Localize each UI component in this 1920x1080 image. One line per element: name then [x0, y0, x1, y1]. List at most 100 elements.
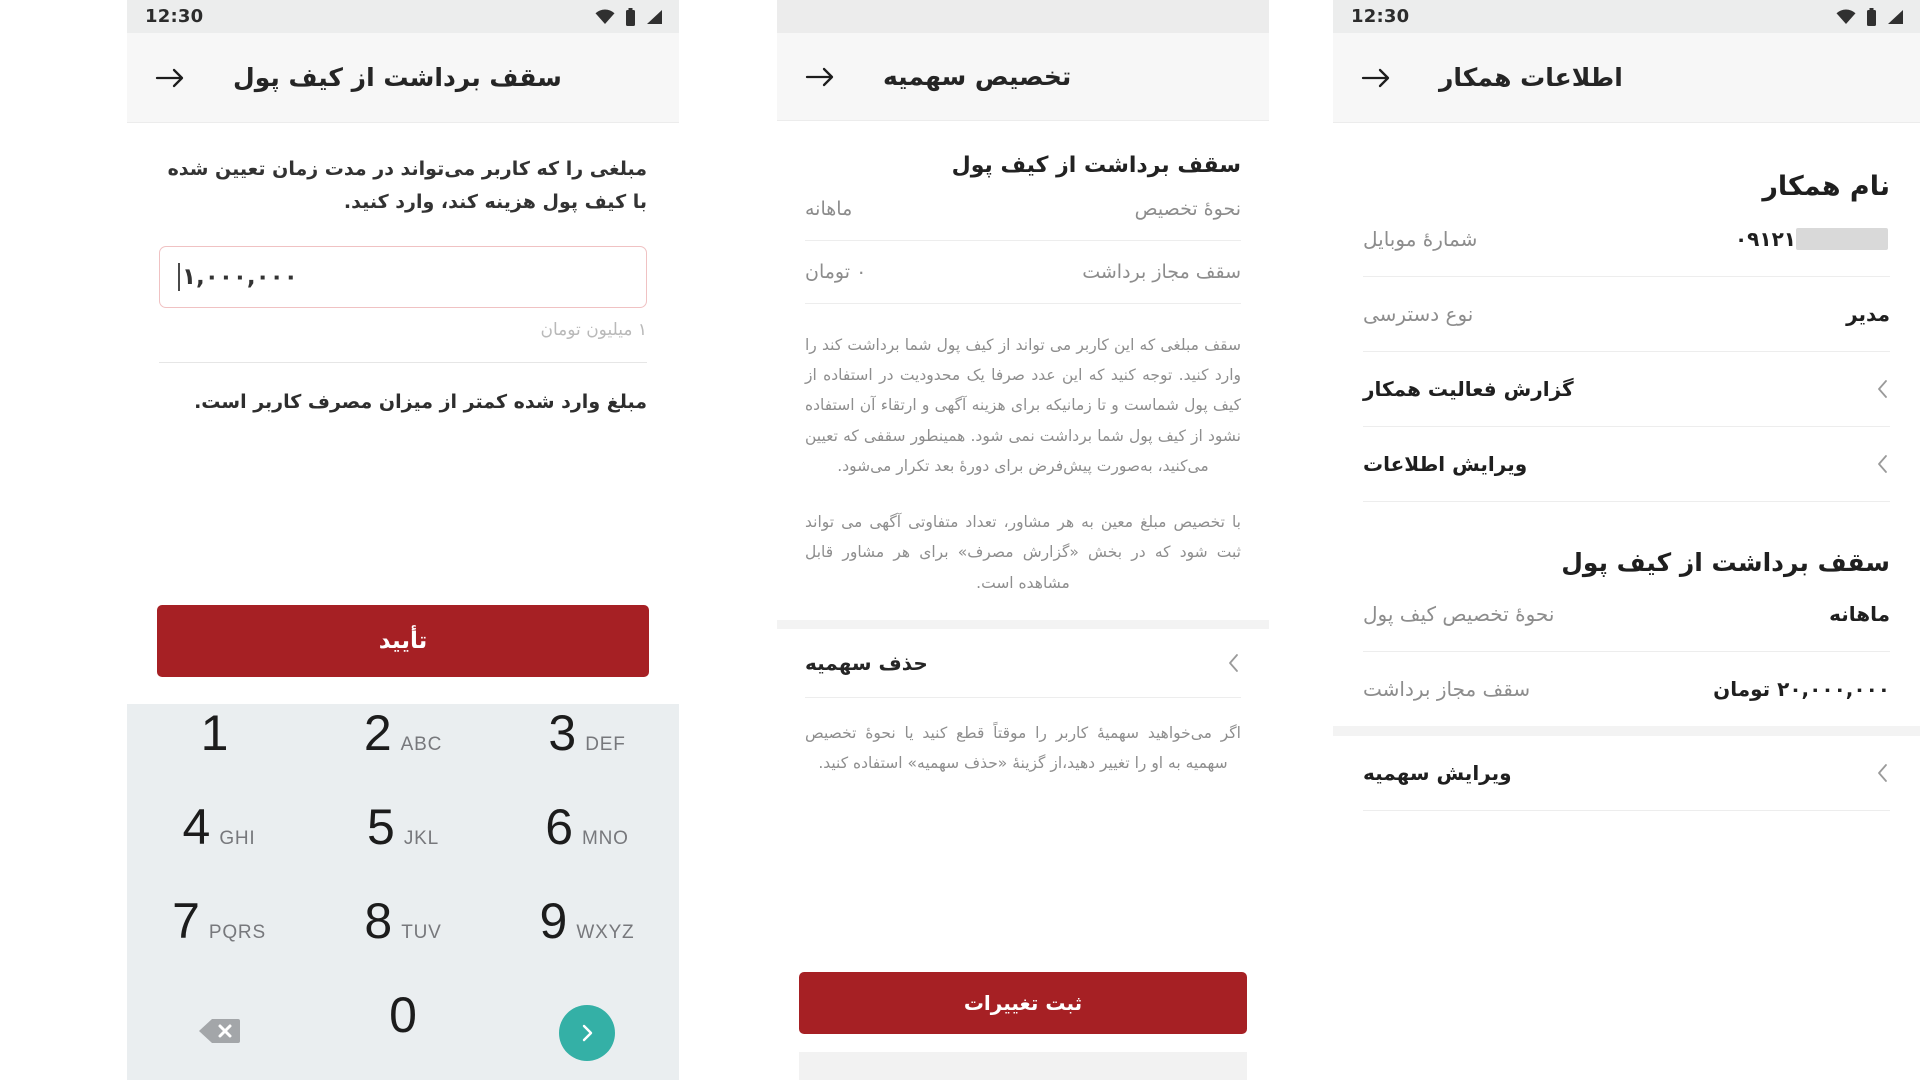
battery-icon [1866, 7, 1877, 26]
keypad-key-1[interactable]: 1 [127, 704, 311, 798]
keypad-key-backspace[interactable] [127, 986, 311, 1080]
row-mobile-number: شمارهٔ موبایل ۰۹۱۲۱ [1363, 202, 1890, 276]
keypad-digit: 5 [367, 799, 395, 855]
row-wallet-allowed-limit: سقف مجاز برداشت ۲۰,۰۰۰,۰۰۰ تومان [1363, 652, 1890, 726]
keypad-key-6[interactable]: 6 MNO [495, 798, 679, 892]
text-caret [178, 262, 180, 291]
backspace-icon [197, 1016, 241, 1050]
status-bar [777, 0, 1269, 33]
bottom-nav-bar [799, 1052, 1247, 1080]
battery-icon [625, 7, 636, 26]
keypad-key-2[interactable]: 2 ABC [311, 704, 495, 798]
phone-panel-wallet-limit-entry: 12:30 سقف برداشت از کیف پول مبلغی را که … [127, 0, 679, 1080]
signal-icon [645, 9, 663, 25]
row-access-type: نوع دسترسی مدیر [1363, 277, 1890, 351]
confirm-button[interactable]: تأیید [157, 605, 649, 677]
keypad-letters: DEF [585, 734, 626, 755]
phone-panel-quota-allocation: تخصیص سهمیه سقف برداشت از کیف پول نحوهٔ … [777, 0, 1269, 1080]
keypad-key-9[interactable]: 9 WXYZ [495, 892, 679, 986]
keypad-letters: ABC [400, 734, 443, 755]
row-key: سقف مجاز برداشت [1082, 261, 1241, 283]
submit-changes-button[interactable]: ثبت تغییرات [799, 972, 1247, 1034]
amount-input-hint: ۱ میلیون تومان [540, 319, 648, 340]
keypad-key-3[interactable]: 3 DEF [495, 704, 679, 798]
section-title-wallet-limit: سقف برداشت از کیف پول [951, 153, 1241, 178]
screenshot-stage: 12:30 سقف برداشت از کیف پول مبلغی را که … [0, 0, 1920, 1080]
keypad-key-8[interactable]: 8 TUV [311, 892, 495, 986]
row-key: نحوهٔ تخصیص [1134, 198, 1241, 220]
nav-row-delete-quota[interactable]: حذف سهمیه [805, 629, 1241, 697]
keypad-key-7[interactable]: 7 PQRS [127, 892, 311, 986]
divider [1363, 501, 1890, 502]
keypad-digit: 3 [548, 705, 577, 761]
keypad-digit: 4 [182, 799, 211, 855]
chevron-left-icon [1876, 762, 1890, 784]
keypad-digit: 1 [200, 705, 229, 761]
row-value: ۲۰,۰۰۰,۰۰۰ تومان [1713, 677, 1890, 701]
section-divider [777, 619, 1269, 629]
nav-row-label: ویرایش سهمیه [1363, 761, 1512, 785]
validation-message: مبلغ وارد شده کمتر از میزان مصرف کاربر ا… [194, 390, 647, 413]
row-value: ۰۹۱۲۱ [1735, 227, 1890, 251]
app-bar: سقف برداشت از کیف پول [127, 33, 679, 123]
page-title: سقف برداشت از کیف پول [233, 63, 562, 92]
amount-input[interactable]: ۱,۰۰۰,۰۰۰ [159, 245, 647, 308]
phone-panel-colleague-info: 12:30 اطلاعات همکار نام همکار شمارهٔ موب… [1333, 0, 1920, 1080]
keypad-letters: PQRS [208, 922, 266, 943]
keypad-letters: GHI [219, 828, 256, 849]
wallet-limit-description: مبلغی را که کاربر می‌تواند در مدت زمان ت… [167, 158, 647, 214]
arrow-back-icon[interactable] [153, 61, 187, 95]
panel1-content: مبلغی را که کاربر می‌تواند در مدت زمان ت… [127, 153, 679, 413]
row-value: ماهانه [1829, 602, 1890, 626]
status-bar: 12:30 [127, 0, 679, 33]
divider [805, 303, 1241, 304]
keypad-digit: 0 [389, 987, 417, 1043]
app-bar: اطلاعات همکار [1333, 33, 1920, 123]
divider [805, 696, 1241, 698]
keypad-letters: WXYZ [576, 922, 635, 943]
status-bar: 12:30 [1333, 0, 1920, 33]
keypad-key-5[interactable]: 5 JKL [311, 798, 495, 892]
panel2-delete-section: حذف سهمیه اگر می‌خواهید سهمیهٔ کاربر را … [777, 629, 1269, 778]
panel2-footer: ثبت تغییرات [777, 972, 1269, 1080]
panel2-content: سقف برداشت از کیف پول نحوهٔ تخصیص ماهانه… [777, 153, 1269, 598]
keypad-key-0[interactable]: 0 [311, 986, 495, 1080]
row-allocation-method: نحوهٔ تخصیص ماهانه [805, 178, 1241, 240]
row-key: نوع دسترسی [1363, 302, 1474, 326]
row-value: ماهانه [805, 198, 853, 220]
wifi-icon [1835, 8, 1857, 25]
panel3-quota-section: ویرایش سهمیه [1333, 736, 1920, 811]
redaction-block [1796, 228, 1888, 250]
confirm-button-container: تأیید [127, 605, 679, 677]
arrow-back-icon[interactable] [803, 60, 837, 94]
mobile-prefix: ۰۹۱۲۱ [1734, 227, 1796, 251]
nav-row-edit-quota[interactable]: ویرایش سهمیه [1363, 736, 1890, 810]
nav-row-edit-info[interactable]: ویرایش اطلاعات [1363, 427, 1890, 501]
status-bar-clock: 12:30 [145, 6, 204, 27]
keypad-key-4[interactable]: 4 GHI [127, 798, 311, 892]
nav-row-activity-report[interactable]: گزارش فعالیت همکار [1363, 352, 1890, 426]
keypad-digit: 8 [364, 893, 393, 949]
keypad-digit: 7 [172, 893, 200, 949]
keypad-digit: 9 [539, 893, 568, 949]
page-title: تخصیص سهمیه [883, 62, 1072, 91]
section-divider [1333, 726, 1920, 736]
keypad-digit: 2 [363, 705, 392, 761]
nav-row-label: حذف سهمیه [805, 650, 928, 675]
amount-input-value: ۱,۰۰۰,۰۰۰ [182, 263, 298, 290]
row-value: مدیر [1846, 302, 1890, 326]
arrow-back-icon[interactable] [1359, 61, 1393, 95]
status-bar-icons [1835, 7, 1904, 26]
signal-icon [1886, 9, 1904, 25]
status-bar-icons [594, 7, 663, 26]
row-allowed-withdrawal-limit: سقف مجاز برداشت ۰ تومان [805, 241, 1241, 303]
keypad-letters: MNO [582, 828, 629, 849]
keypad-key-enter[interactable] [495, 986, 679, 1080]
divider [159, 361, 647, 363]
keypad-letters: TUV [401, 922, 442, 943]
row-key: سقف مجاز برداشت [1363, 677, 1531, 701]
page-title: اطلاعات همکار [1439, 63, 1623, 92]
keypad-letters: JKL [403, 828, 439, 849]
colleague-name-title: نام همکار [1762, 171, 1890, 202]
wallet-limit-explanation-2: با تخصیص مبلغ معین به هر مشاور، تعداد مت… [805, 513, 1241, 592]
